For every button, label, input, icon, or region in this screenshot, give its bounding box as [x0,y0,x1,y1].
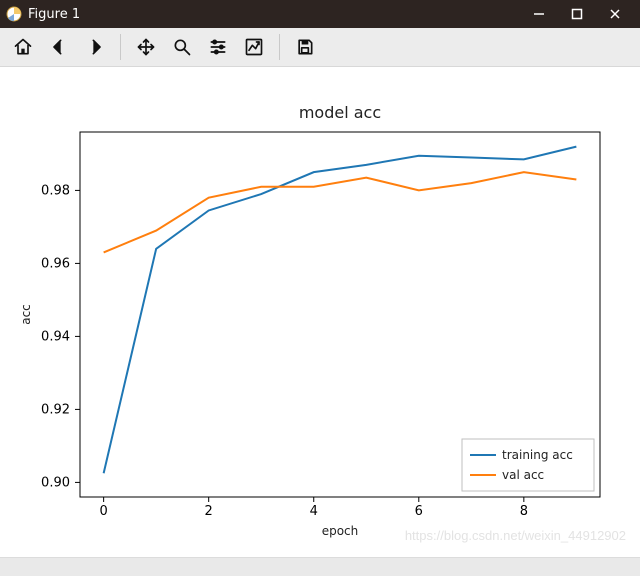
chart-title: model acc [299,103,381,122]
y-tick-label: 0.98 [41,183,70,198]
plot-svg: model acc 0 2 4 6 8 epoch 0.90 0.92 0.94 0.96 0.98 a… [0,67,640,559]
minimize-button[interactable] [520,0,558,28]
window-title: Figure 1 [28,7,80,22]
pan-button[interactable] [129,32,163,62]
x-tick-label: 8 [520,504,528,519]
x-tick-label: 0 [99,504,107,519]
legend [462,439,594,491]
close-button[interactable] [596,0,634,28]
toolbar-separator [120,34,121,60]
maximize-button[interactable] [558,0,596,28]
y-tick-label: 0.92 [41,402,70,417]
x-tick-label: 6 [415,504,423,519]
y-tick-label: 0.90 [41,475,70,490]
app-icon [6,6,22,22]
edit-axes-button[interactable] [237,32,271,62]
legend-label: training acc [502,448,573,462]
home-button[interactable] [6,32,40,62]
series-1 [104,172,577,252]
statusbar [0,557,640,576]
y-axis-label: acc [19,304,33,325]
series-0 [104,147,577,474]
y-tick-label: 0.94 [41,329,70,344]
titlebar: Figure 1 [0,0,640,28]
x-axis-label: epoch [322,524,359,538]
configure-subplots-button[interactable] [201,32,235,62]
forward-button[interactable] [78,32,112,62]
x-tick-label: 4 [310,504,318,519]
legend-label: val acc [502,468,544,482]
save-button[interactable] [288,32,322,62]
y-tick-label: 0.96 [41,256,70,271]
toolbar-separator [279,34,280,60]
toolbar [0,28,640,67]
plot-canvas[interactable]: model acc 0 2 4 6 8 epoch 0.90 0.92 0.94 0.96 0.98 a… [0,67,640,557]
x-tick-label: 2 [205,504,213,519]
back-button[interactable] [42,32,76,62]
figure-window: Figure 1 model a [0,0,640,576]
zoom-button[interactable] [165,32,199,62]
